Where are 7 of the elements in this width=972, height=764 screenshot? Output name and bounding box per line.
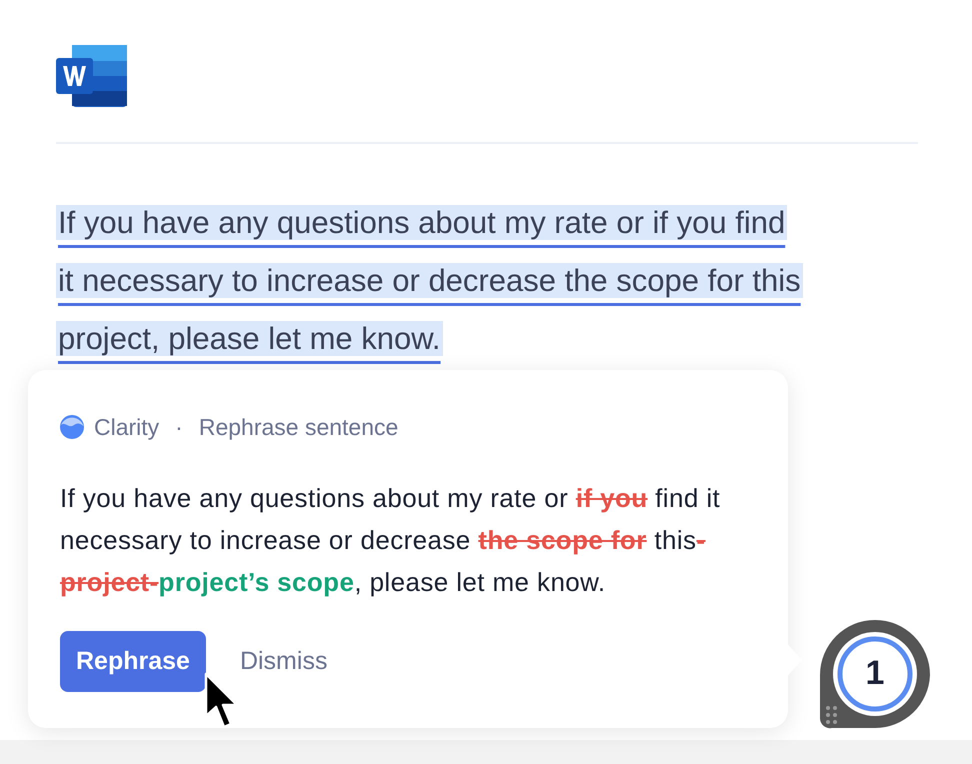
dismiss-button[interactable]: Dismiss: [240, 642, 328, 680]
separator-dot: ·: [175, 413, 183, 442]
suggested-sentence: If you have any questions about my rate or if you find it necessary to increase or decrease the scope for this-project-project’s scope, please let me know.: [60, 482, 722, 598]
category-label: Clarity: [94, 413, 160, 442]
suggestion-title: Rephrase sentence: [198, 413, 398, 442]
suggestion-count-button[interactable]: 1: [818, 618, 932, 730]
rephrase-button[interactable]: Rephrase: [60, 630, 206, 692]
